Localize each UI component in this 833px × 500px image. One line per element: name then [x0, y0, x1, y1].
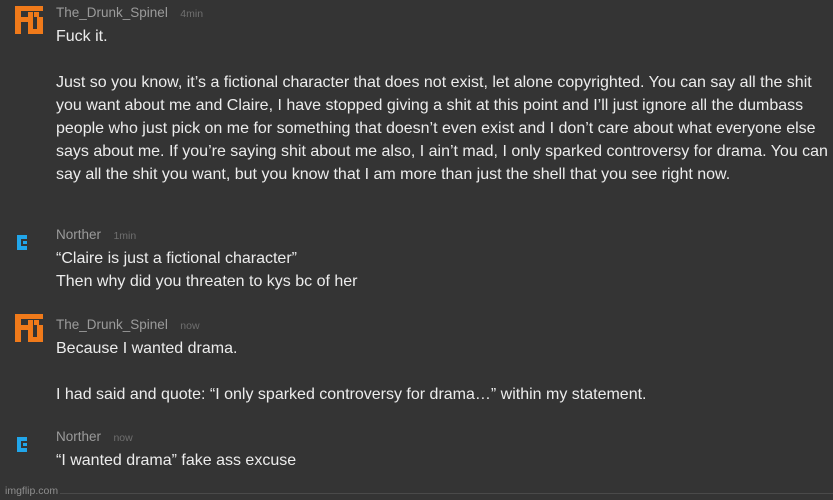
comment-paragraph: Because I wanted drama.: [56, 340, 238, 357]
user-avatar[interactable]: [14, 433, 44, 463]
comment-paragraph: “Claire is just a fictional character” T…: [56, 250, 358, 290]
comment-paragraph: Just so you know, it’s a fictional chara…: [56, 74, 833, 183]
blue-pixel-avatar-icon: [17, 437, 27, 452]
comment-body: Because I wanted drama. I had said and q…: [56, 337, 832, 406]
orange-pixel-avatar-icon: [15, 6, 43, 34]
username[interactable]: The_Drunk_Spinel: [56, 317, 168, 332]
username[interactable]: The_Drunk_Spinel: [56, 5, 168, 20]
comment-paragraph: “I wanted drama” fake ass excuse: [56, 452, 297, 469]
watermark-label: imgflip.com: [5, 485, 59, 497]
username[interactable]: Norther: [56, 429, 101, 444]
user-avatar[interactable]: [14, 231, 44, 261]
user-avatar[interactable]: [14, 313, 44, 343]
comment-paragraph: Fuck it.: [56, 28, 108, 45]
comment-body: Fuck it. Just so you know, it’s a fictio…: [56, 25, 832, 186]
timestamp: 4min: [180, 8, 204, 20]
timestamp: 1min: [113, 230, 137, 242]
comment-meta: Norther 1min: [56, 225, 136, 245]
user-avatar[interactable]: [14, 5, 44, 35]
comment-body: “I wanted drama” fake ass excuse: [56, 449, 832, 472]
divider: [60, 493, 833, 494]
comment-meta: Norther now: [56, 427, 133, 447]
comment-paragraph: I had said and quote: “I only sparked co…: [56, 386, 647, 403]
timestamp: now: [180, 320, 200, 332]
username[interactable]: Norther: [56, 227, 101, 242]
comment-meta: The_Drunk_Spinel now: [56, 315, 200, 335]
timestamp: now: [113, 432, 133, 444]
orange-pixel-avatar-icon: [15, 314, 43, 342]
comment-body: “Claire is just a fictional character” T…: [56, 247, 832, 293]
blue-pixel-avatar-icon: [17, 235, 27, 250]
comment-meta: The_Drunk_Spinel 4min: [56, 3, 203, 23]
